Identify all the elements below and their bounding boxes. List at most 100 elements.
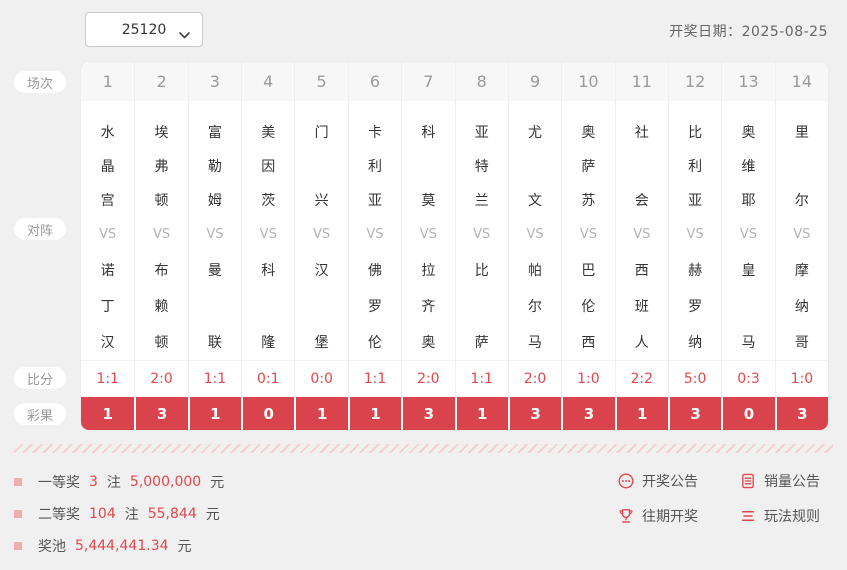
result-cell: 1 [348, 397, 401, 430]
team-char: 诺 [81, 252, 134, 288]
team-char: 水 [81, 115, 134, 149]
vs-label: VS [135, 217, 187, 252]
team-char: 赖 [135, 288, 187, 324]
home-team: 奥维耶 [722, 101, 774, 217]
home-team: 美因茨 [242, 101, 294, 217]
link-past-draws[interactable]: 往期开奖 [617, 506, 698, 526]
prize-pool-amount-unit: 元 [178, 536, 192, 556]
home-team: 尤文 [509, 101, 561, 217]
team-char: 里 [776, 115, 828, 149]
team-char: 埃 [135, 115, 187, 149]
team-char [616, 149, 668, 183]
home-team: 里尔 [776, 101, 828, 217]
vs-label: VS [562, 217, 614, 252]
team-char: 特 [456, 149, 508, 183]
match-column: 8 亚特兰 VS 比萨 1:1 1 [455, 62, 508, 430]
home-team: 水晶宫 [81, 101, 134, 217]
team-char: 帕 [509, 252, 561, 288]
matchup-cell: 富勒姆 VS 曼联 [188, 101, 241, 360]
vs-label: VS [242, 217, 294, 252]
team-char: 维 [722, 149, 774, 183]
team-char: 兰 [456, 183, 508, 217]
matchup-cell: 水晶宫 VS 诺丁汉 [81, 101, 134, 360]
away-team: 比萨 [456, 252, 508, 360]
home-team: 比利亚 [669, 101, 721, 217]
bullet-square-icon [14, 510, 22, 518]
matchup-cell: 尤文 VS 帕尔马 [508, 101, 561, 360]
team-char [776, 149, 828, 183]
bullet-square-icon [14, 478, 22, 486]
team-char [456, 288, 508, 324]
team-char: 堡 [295, 324, 347, 360]
match-column: 12 比利亚 VS 赫罗纳 5:0 3 [668, 62, 721, 430]
link-sales-announcement[interactable]: 销量公告 [739, 471, 820, 491]
match-number: 12 [668, 62, 721, 101]
home-team: 亚特兰 [456, 101, 508, 217]
team-char: 社 [616, 115, 668, 149]
team-char: 齐 [402, 288, 454, 324]
result-cell: 3 [508, 397, 561, 430]
home-team: 社会 [616, 101, 668, 217]
team-char: 亚 [456, 115, 508, 149]
match-column: 4 美因茨 VS 科隆 0:1 0 [241, 62, 294, 430]
first-prize-line: 一等奖 3 注 5,000,000 元 [14, 472, 233, 492]
score-cell: 1:1 [188, 360, 241, 397]
score-cell: 0:1 [241, 360, 294, 397]
team-char: 比 [669, 115, 721, 149]
draw-date-value: 2025-08-25 [742, 24, 828, 40]
team-char: 西 [562, 324, 614, 360]
team-char: 伦 [562, 288, 614, 324]
link-draw-announcement[interactable]: 开奖公告 [617, 471, 698, 491]
matchup-cell: 里尔 VS 摩纳哥 [775, 101, 828, 360]
matchup-cell: 科莫 VS 拉齐奥 [401, 101, 454, 360]
prize-pool-amount: 5,444,441.34 [75, 538, 169, 554]
second-prize-count: 104 [89, 506, 116, 522]
matchup-cell: 美因茨 VS 科隆 [241, 101, 294, 360]
row-label-session: 场次 [14, 71, 66, 93]
team-char [295, 149, 347, 183]
team-char [189, 288, 241, 324]
team-char: 摩 [776, 252, 828, 288]
away-team: 布赖顿 [135, 252, 187, 360]
team-char: 皇 [722, 252, 774, 288]
home-team: 门兴 [295, 101, 347, 217]
matchup-cell: 卡利亚 VS 佛罗伦 [348, 101, 401, 360]
team-char: 曼 [189, 252, 241, 288]
score-cell: 5:0 [668, 360, 721, 397]
team-char: 科 [242, 252, 294, 288]
score-cell: 1:1 [81, 360, 134, 397]
team-char: 尔 [509, 288, 561, 324]
matchup-cell: 奥萨苏 VS 巴伦西 [561, 101, 614, 360]
draw-announcement-icon [617, 472, 635, 490]
team-char: 利 [349, 149, 401, 183]
prize-pool-line: 奖池 5,444,441.34 元 [14, 536, 201, 556]
period-select-value: 25120 [122, 22, 167, 38]
team-char: 汉 [295, 252, 347, 288]
team-char: 赫 [669, 252, 721, 288]
team-char: 顿 [135, 183, 187, 217]
team-char: 勒 [189, 149, 241, 183]
team-char [722, 288, 774, 324]
second-prize-amount-unit: 元 [206, 504, 220, 524]
second-prize-count-unit: 注 [125, 504, 139, 524]
team-char: 晶 [81, 149, 134, 183]
team-char: 尔 [776, 183, 828, 217]
score-cell: 1:1 [348, 360, 401, 397]
rules-icon [739, 507, 757, 525]
team-char [402, 149, 454, 183]
away-team: 汉堡 [295, 252, 347, 360]
row-label-matchup: 对阵 [14, 218, 66, 240]
result-cell: 1 [455, 397, 508, 430]
team-char: 茨 [242, 183, 294, 217]
match-column: 7 科莫 VS 拉齐奥 2:0 3 [401, 62, 454, 430]
away-team: 佛罗伦 [349, 252, 401, 360]
period-select[interactable]: 25120 [85, 12, 203, 47]
link-rules[interactable]: 玩法规则 [739, 506, 820, 526]
team-char: 伦 [349, 324, 401, 360]
result-cell: 1 [81, 397, 134, 430]
team-char: 巴 [562, 252, 614, 288]
vs-label: VS [722, 217, 774, 252]
result-cell: 3 [134, 397, 187, 430]
away-team: 赫罗纳 [669, 252, 721, 360]
match-column: 13 奥维耶 VS 皇马 0:3 0 [721, 62, 774, 430]
